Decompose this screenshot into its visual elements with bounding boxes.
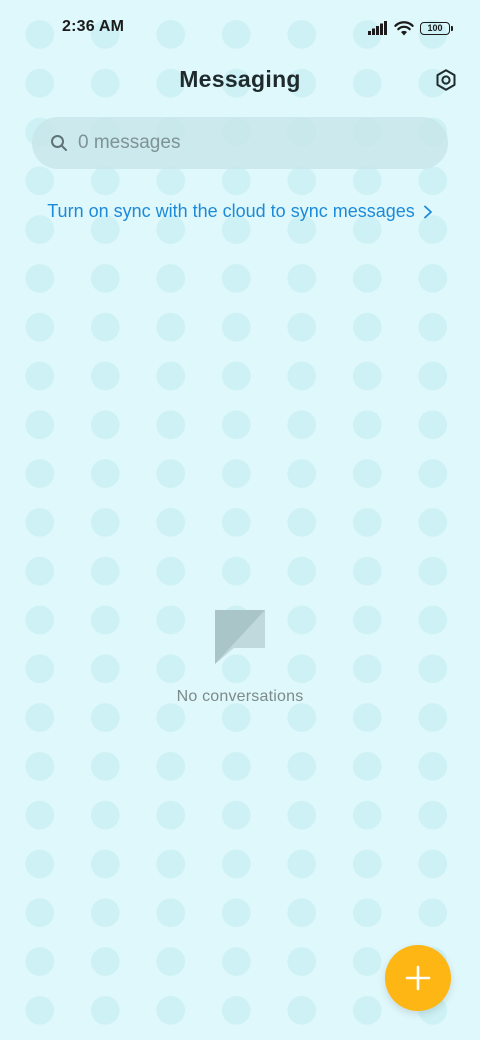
battery-level: 100 xyxy=(427,22,443,33)
status-time: 2:36 AM xyxy=(62,18,125,35)
page-title: Messaging xyxy=(179,66,301,92)
sync-link-text: Turn on sync with the cloud to sync mess… xyxy=(47,201,415,221)
wifi-icon xyxy=(394,21,414,36)
message-bubble-icon xyxy=(215,610,265,664)
gear-icon xyxy=(436,69,456,91)
status-bar: 2:36 AM 100 xyxy=(0,0,480,56)
settings-button[interactable] xyxy=(432,66,460,94)
signal-icon xyxy=(368,21,387,35)
search-input[interactable]: 0 messages xyxy=(32,117,448,169)
battery-icon: 100 xyxy=(420,21,453,35)
empty-state-text: No conversations xyxy=(176,688,304,705)
status-icons: 100 xyxy=(368,19,453,37)
chevron-right-icon xyxy=(423,205,432,218)
empty-state: No conversations xyxy=(0,608,480,706)
search-placeholder: 0 messages xyxy=(78,132,181,153)
plus-icon xyxy=(405,965,431,991)
new-message-button[interactable] xyxy=(385,945,451,1011)
search-icon xyxy=(51,135,67,151)
sync-cloud-link[interactable]: Turn on sync with the cloud to sync mess… xyxy=(0,201,480,222)
